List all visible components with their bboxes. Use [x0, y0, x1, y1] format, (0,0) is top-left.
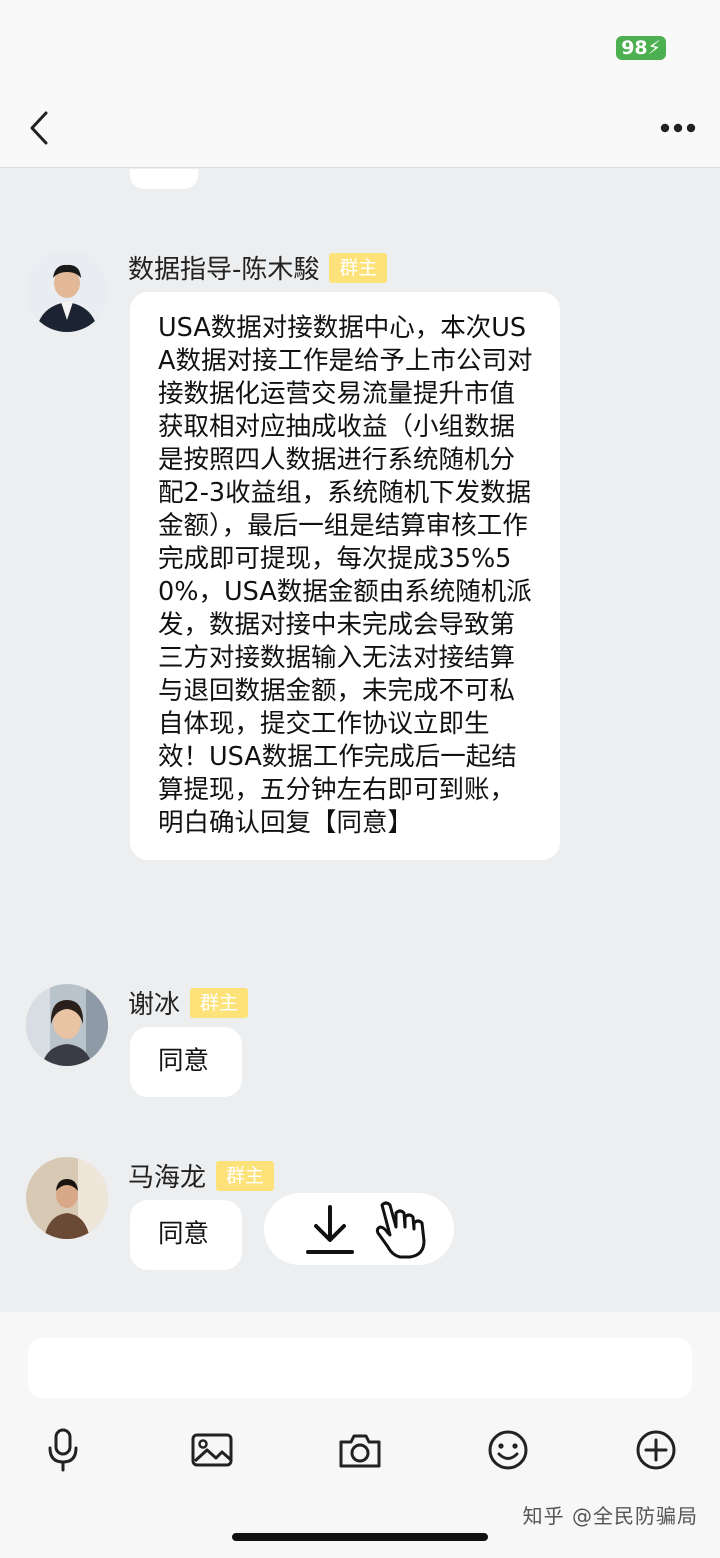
emoji-icon	[488, 1430, 528, 1470]
avatar[interactable]	[26, 250, 108, 332]
sender-name: 马海龙	[128, 1163, 207, 1193]
group-owner-badge: 群主	[329, 252, 388, 283]
message-bubble[interactable]: USA数据对接数据中心，本次USA数据对接工作是给予上市公司对接数据化运营交易流…	[130, 292, 560, 860]
chevron-left-icon	[30, 111, 48, 145]
avatar-image	[26, 250, 108, 332]
home-indicator[interactable]	[232, 1533, 488, 1541]
group-owner-badge: 群主	[190, 987, 249, 1018]
sender-row: 数据指导-陈木駿 群主	[128, 249, 388, 286]
status-bar: 98⚡	[0, 0, 720, 90]
floating-action-pill[interactable]	[264, 1193, 454, 1265]
message-bubble[interactable]: 同意	[130, 1200, 242, 1270]
image-button[interactable]	[186, 1424, 238, 1476]
camera-icon	[339, 1434, 381, 1468]
avatar-image	[26, 1157, 108, 1239]
message-text: 同意	[158, 1046, 210, 1076]
sender-row: 谢冰 群主	[128, 984, 249, 1021]
more-horizontal-icon	[660, 123, 696, 133]
watermark: 知乎 @全民防骗局	[522, 1504, 698, 1528]
avatar-image	[26, 984, 108, 1066]
message-text: USA数据对接数据中心，本次USA数据对接工作是给予上市公司对接数据化运营交易流…	[158, 313, 533, 838]
image-icon	[191, 1433, 233, 1467]
message-input[interactable]	[28, 1338, 692, 1398]
message-text: 同意	[158, 1219, 210, 1249]
charging-bolt-icon: ⚡	[647, 37, 661, 59]
chat-message-list[interactable]: 数据指导-陈木駿 群主 USA数据对接数据中心，本次USA数据对接工作是给予上市…	[0, 169, 720, 1312]
voice-button[interactable]	[37, 1424, 89, 1476]
avatar[interactable]	[26, 984, 108, 1066]
emoji-button[interactable]	[482, 1424, 534, 1476]
sender-name: 数据指导-陈木駿	[128, 255, 320, 285]
avatar[interactable]	[26, 1157, 108, 1239]
back-button[interactable]	[24, 108, 54, 148]
download-icon[interactable]	[304, 1203, 356, 1257]
sender-name: 谢冰	[128, 990, 181, 1020]
camera-button[interactable]	[334, 1424, 386, 1476]
message-bubble[interactable]: 同意	[130, 1027, 242, 1097]
group-owner-badge: 群主	[216, 1160, 275, 1191]
sender-row: 马海龙 群主	[128, 1157, 275, 1194]
pointing-hand-icon[interactable]	[372, 1199, 432, 1261]
more-tools-button[interactable]	[630, 1424, 682, 1476]
navigation-bar	[0, 90, 720, 168]
more-options-button[interactable]	[658, 110, 698, 146]
previous-message-bubble	[130, 169, 198, 189]
battery-indicator: 98⚡	[616, 36, 666, 60]
microphone-icon	[48, 1428, 78, 1472]
plus-icon	[636, 1430, 676, 1470]
